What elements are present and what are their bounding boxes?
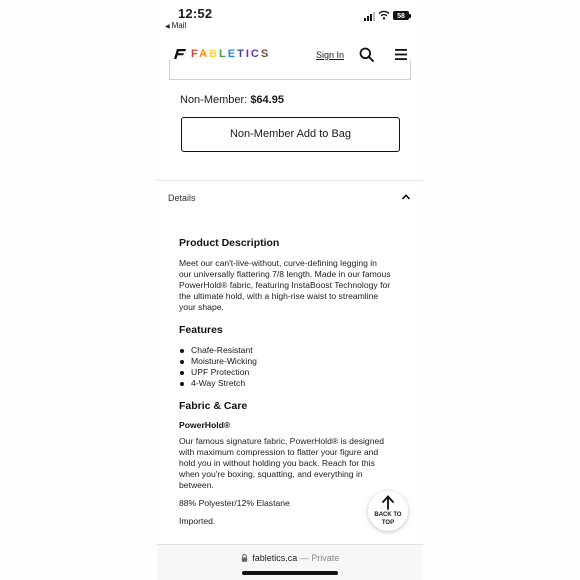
back-label: Mail bbox=[171, 21, 187, 30]
background-left bbox=[0, 0, 157, 580]
description-line: our universally flattering 7/8 length. M… bbox=[179, 269, 391, 279]
sign-in-link[interactable]: Sign In bbox=[316, 50, 344, 60]
nonmember-price-value: $64.95 bbox=[250, 94, 284, 106]
nonmember-price: Non-Member: $64.95 bbox=[180, 94, 284, 106]
description-line: Meet our can't-live-without, curve-defin… bbox=[179, 258, 377, 268]
feature-item: Moisture-Wicking bbox=[179, 356, 257, 367]
back-to-top-line2: TOP bbox=[381, 520, 395, 526]
background-right bbox=[423, 0, 580, 580]
features-list: Chafe-Resistant Moisture-Wicking UPF Pro… bbox=[179, 345, 257, 389]
status-time: 12:52 bbox=[178, 6, 213, 21]
back-triangle-icon: ◀ bbox=[165, 24, 170, 30]
description-line: your shape. bbox=[179, 302, 224, 312]
details-toggle-label[interactable]: Details bbox=[168, 193, 196, 203]
fabletics-logo[interactable]: FABLETICS bbox=[173, 48, 270, 60]
fabric-subheading: PowerHold® bbox=[179, 420, 231, 430]
status-bar: 12:52 ◀ Mail 58 bbox=[157, 0, 423, 34]
previous-button-edge bbox=[169, 60, 411, 80]
fabric-care-heading: Fabric & Care bbox=[179, 400, 248, 412]
back-to-top-label: BACK TO TOP bbox=[368, 511, 408, 527]
feature-item: UPF Protection bbox=[179, 367, 257, 378]
fabric-line: when you're boxing, squatting, and every… bbox=[179, 469, 363, 479]
wifi-icon bbox=[378, 10, 390, 20]
arrow-up-icon bbox=[382, 495, 394, 510]
fabric-line: with maximum compression to flatter your… bbox=[179, 447, 379, 457]
nonmember-label: Non-Member: bbox=[180, 94, 248, 106]
private-mode-label: Private bbox=[311, 553, 340, 563]
battery-icon: 58 bbox=[393, 11, 411, 20]
url-separator: — bbox=[299, 553, 309, 563]
product-description-text: Meet our can't-live-without, curve-defin… bbox=[179, 258, 405, 313]
product-description-heading: Product Description bbox=[179, 237, 280, 249]
back-to-top-line1: BACK TO bbox=[374, 512, 402, 518]
back-to-top-button[interactable]: BACK TO TOP bbox=[368, 491, 408, 531]
features-heading: Features bbox=[179, 324, 223, 336]
phone-screen: 12:52 ◀ Mail 58 FABLETICS Sign In Non-Me… bbox=[157, 0, 423, 580]
fabric-line: between. bbox=[179, 480, 214, 490]
fabric-line: Our famous signature fabric, PowerHold® … bbox=[179, 436, 385, 446]
chevron-up-icon[interactable] bbox=[401, 192, 411, 202]
description-line: the ultimate hold, with a high-rise wais… bbox=[179, 291, 379, 301]
signal-icon bbox=[364, 12, 375, 21]
logo-text: FABLETICS bbox=[191, 48, 271, 60]
fabric-description: Our famous signature fabric, PowerHold® … bbox=[179, 436, 405, 491]
feature-item: Chafe-Resistant bbox=[179, 345, 257, 356]
back-to-mail[interactable]: ◀ Mail bbox=[165, 21, 186, 30]
url-domain: fabletics.ca bbox=[252, 553, 298, 563]
home-indicator[interactable] bbox=[242, 571, 338, 575]
description-line: PowerHold® fabric, featuring InstaBoost … bbox=[179, 280, 391, 290]
add-to-bag-button[interactable]: Non-Member Add to Bag bbox=[181, 117, 400, 152]
divider bbox=[157, 180, 423, 181]
feature-item: 4-Way Stretch bbox=[179, 378, 257, 389]
fabric-line: hold you in without holding you back. Re… bbox=[179, 458, 375, 468]
lock-icon bbox=[241, 554, 247, 562]
logo-icon bbox=[174, 49, 186, 59]
url-display[interactable]: fabletics.ca — Private bbox=[157, 553, 423, 563]
